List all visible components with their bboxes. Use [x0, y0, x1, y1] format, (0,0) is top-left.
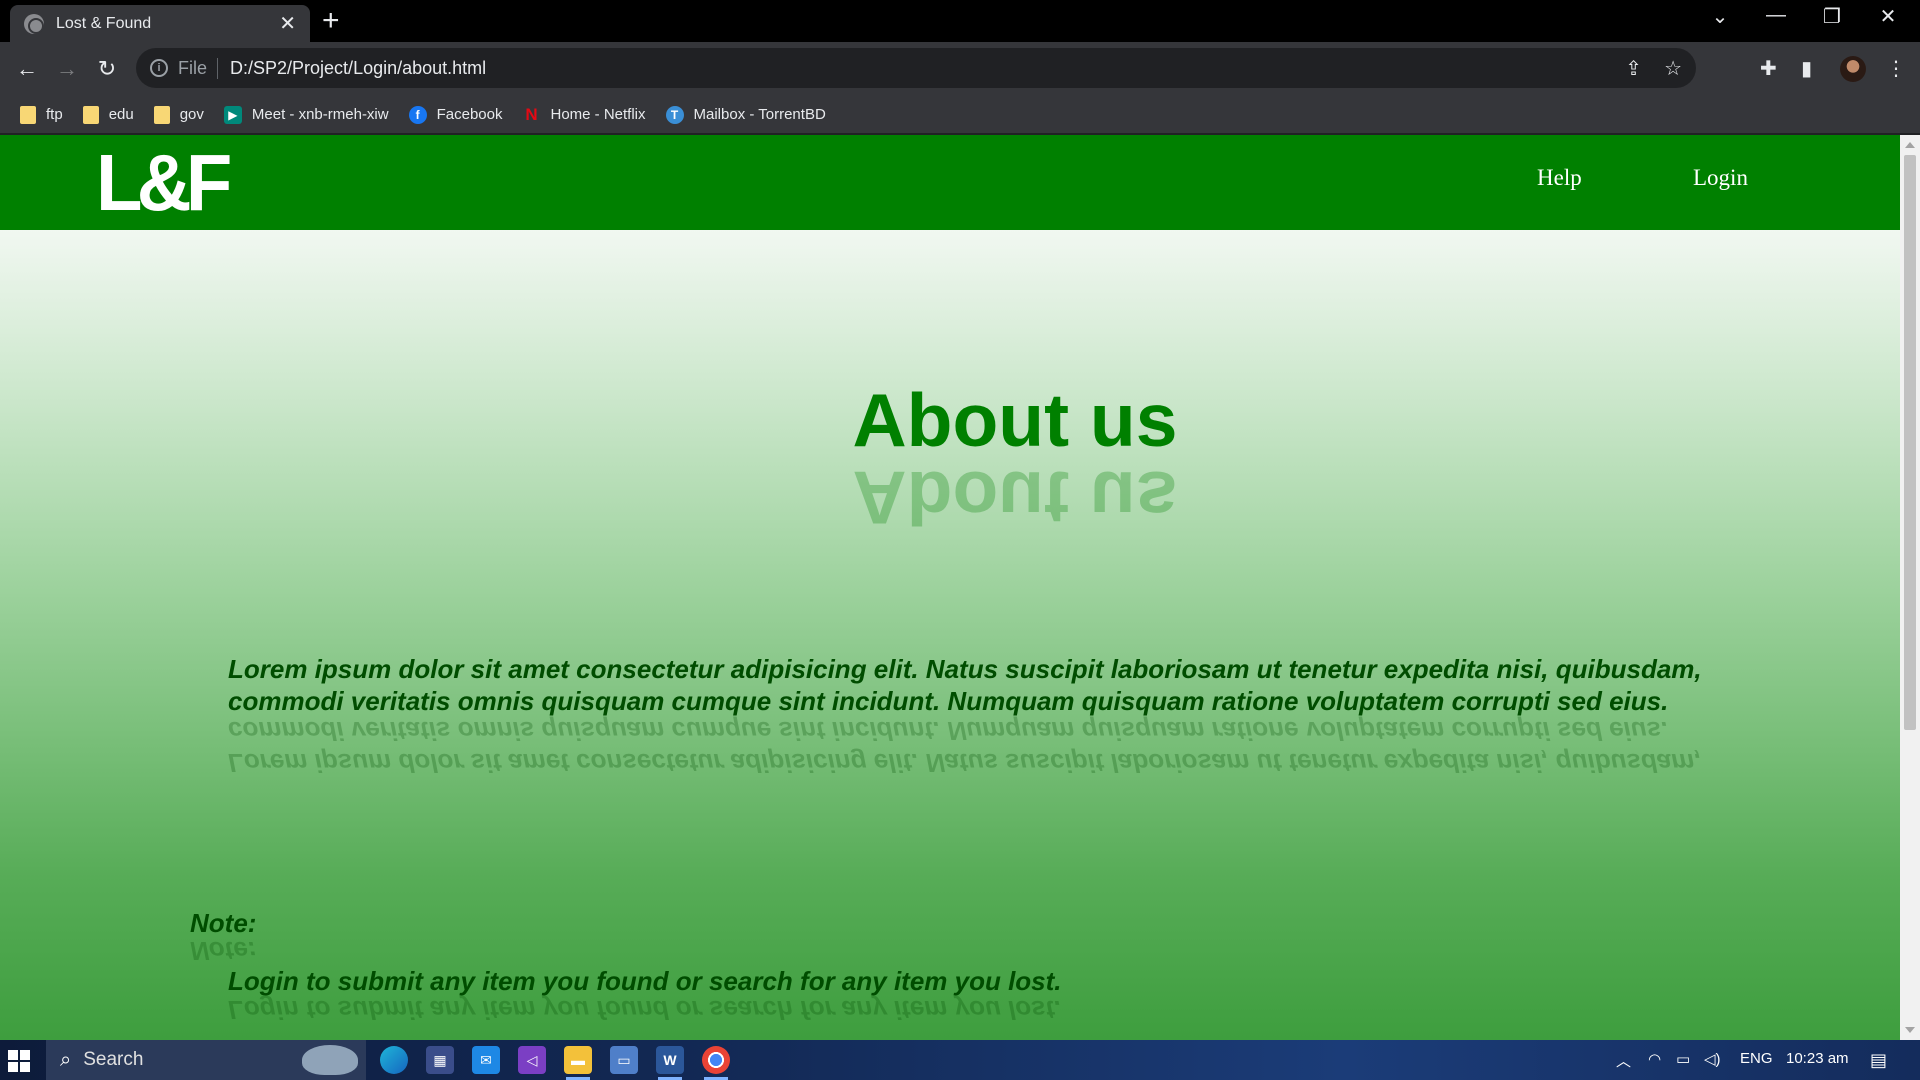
side-panel-icon[interactable]: ▮: [1801, 56, 1812, 81]
search-highlight-image: [302, 1045, 358, 1075]
bookmark-edu[interactable]: edu: [82, 105, 134, 124]
note-text: Login to submit any item you found or se…: [228, 966, 1062, 996]
address-scheme: File: [178, 57, 219, 79]
folder-icon: [153, 105, 170, 124]
scroll-down-icon[interactable]: [1905, 1027, 1915, 1033]
restore-button[interactable]: ❐: [1804, 4, 1860, 29]
scroll-up-icon[interactable]: [1905, 142, 1915, 148]
about-paragraph-reflection: Lorem ipsum dolor sit amet consectetur a…: [228, 715, 1808, 779]
page-title-reflection: About us: [852, 456, 1178, 540]
windows-start-icon[interactable]: [8, 1050, 30, 1072]
scrollbar-thumb[interactable]: [1904, 155, 1916, 730]
notifications-icon[interactable]: ▤: [1870, 1050, 1887, 1071]
globe-icon: [24, 13, 44, 34]
page-viewport: L&F Help Login About us About us Lorem i…: [0, 135, 1900, 1040]
nav-help-link[interactable]: Help: [1537, 165, 1582, 191]
page-scrollbar[interactable]: [1900, 135, 1920, 1040]
profile-avatar[interactable]: [1840, 56, 1866, 82]
share-icon[interactable]: ⇪: [1625, 56, 1642, 81]
reload-button[interactable]: ↻: [90, 52, 124, 86]
facebook-icon: f: [408, 105, 427, 124]
mail-icon[interactable]: ✉: [472, 1046, 500, 1074]
about-paragraph-line: commodi veritatis omnis quisquam cumque …: [228, 716, 1669, 746]
bookmark-gov[interactable]: gov: [153, 105, 204, 124]
file-explorer-icon[interactable]: ▬: [564, 1046, 592, 1080]
about-paragraph-line: commodi veritatis omnis quisquam cumque …: [228, 686, 1669, 716]
bookmark-star-icon[interactable]: ☆: [1664, 56, 1682, 81]
chrome-icon[interactable]: [702, 1046, 730, 1080]
forward-button[interactable]: →: [50, 52, 84, 86]
bookmark-meet[interactable]: ▶ Meet - xnb-rmeh-xiw: [223, 105, 389, 124]
extensions-icon[interactable]: ✚: [1760, 56, 1777, 81]
folder-icon: [82, 105, 99, 124]
tab-close-icon[interactable]: ✕: [279, 14, 296, 34]
browser-titlebar: Lost & Found ✕ + ⌄ — ❐ ✕: [0, 0, 1920, 42]
store-icon[interactable]: ▦: [426, 1046, 454, 1074]
taskbar-search[interactable]: ⌕ Search: [46, 1040, 366, 1080]
address-bar[interactable]: i File D:/SP2/Project/Login/about.html ⇪…: [136, 48, 1696, 88]
volume-icon[interactable]: ◁): [1704, 1050, 1721, 1068]
site-logo[interactable]: L&F: [96, 143, 232, 223]
address-url[interactable]: D:/SP2/Project/Login/about.html: [230, 58, 1603, 79]
new-tab-button[interactable]: +: [322, 6, 340, 36]
menu-icon[interactable]: ⋮: [1886, 56, 1906, 81]
show-hidden-icons-icon[interactable]: ︿: [1616, 1050, 1631, 1071]
tab-title: Lost & Found: [56, 14, 152, 32]
netflix-icon: N: [525, 104, 538, 124]
note-text-reflection: Login to submit any item you found or se…: [228, 995, 1062, 1025]
search-icon: ⌕: [60, 1048, 72, 1071]
info-icon[interactable]: i: [150, 59, 168, 77]
meet-icon: ▶: [223, 105, 242, 124]
about-paragraph-line: Lorem ipsum dolor sit amet consectetur a…: [228, 654, 1702, 684]
torrentbd-icon: T: [665, 105, 684, 124]
app-icon[interactable]: ▭: [610, 1046, 638, 1074]
windows-taskbar: ⌕ Search ▦ ✉ ◁ ▬ ▭ W ︿ ◠ ▭ ◁) ENG 10:23 …: [0, 1040, 1920, 1080]
close-window-button[interactable]: ✕: [1860, 4, 1916, 29]
language-indicator[interactable]: ENG: [1740, 1050, 1773, 1067]
clock[interactable]: 10:23 am: [1786, 1050, 1849, 1067]
bookmark-ftp[interactable]: ftp: [20, 105, 63, 124]
taskbar-search-placeholder: Search: [83, 1049, 144, 1070]
word-icon[interactable]: W: [656, 1046, 684, 1080]
minimize-button[interactable]: —: [1748, 4, 1804, 27]
site-navbar: L&F Help Login: [0, 135, 1900, 230]
visual-studio-icon[interactable]: ◁: [518, 1046, 546, 1074]
page-title: About us: [852, 378, 1178, 462]
nav-login-link[interactable]: Login: [1693, 165, 1748, 191]
folder-icon: [20, 105, 36, 124]
about-paragraph-line: Lorem ipsum dolor sit amet consectetur a…: [228, 748, 1702, 778]
bookmark-facebook[interactable]: f Facebook: [408, 105, 502, 124]
tab-search-icon[interactable]: ⌄: [1692, 4, 1748, 29]
back-button[interactable]: ←: [10, 52, 44, 86]
note-label-reflection: Note:: [190, 936, 257, 966]
bookmarks-bar: ftp edu gov ▶ Meet - xnb-rmeh-xiw f Facebo…: [0, 96, 1920, 134]
bookmark-torrentbd[interactable]: T Mailbox - TorrentBD: [665, 105, 826, 124]
edge-icon[interactable]: [380, 1046, 408, 1074]
wifi-icon[interactable]: ◠: [1648, 1050, 1661, 1068]
bookmark-netflix[interactable]: N Home - Netflix: [522, 104, 645, 124]
about-paragraph: Lorem ipsum dolor sit amet consectetur a…: [228, 653, 1808, 717]
browser-toolbar: ← → ↻ i File D:/SP2/Project/Login/about.…: [0, 42, 1920, 96]
battery-icon[interactable]: ▭: [1676, 1050, 1690, 1068]
browser-tab[interactable]: Lost & Found ✕: [10, 5, 310, 42]
